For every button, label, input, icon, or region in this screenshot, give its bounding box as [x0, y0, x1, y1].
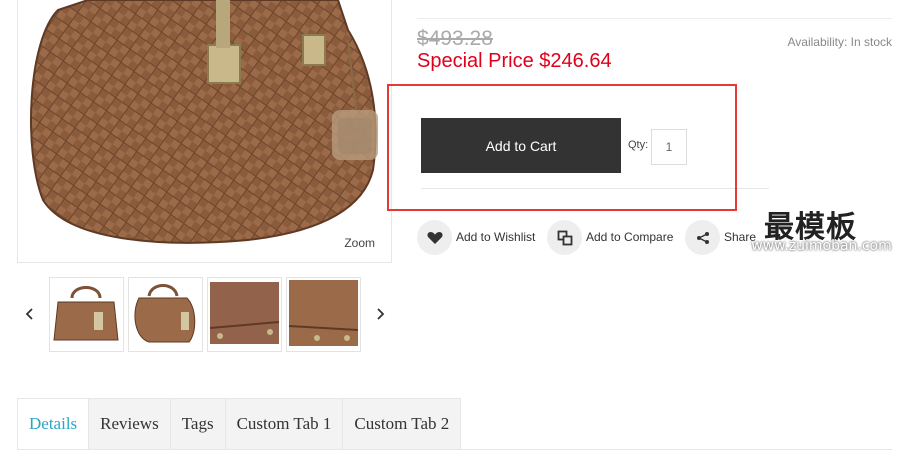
tabs-divider: [17, 449, 892, 450]
thumbnail-side[interactable]: [128, 277, 203, 352]
thumbnail-base-detail[interactable]: [286, 277, 361, 352]
thumbnail-image: [209, 282, 280, 344]
heart-icon: [426, 231, 443, 244]
old-price: $493.28: [417, 27, 493, 50]
zoom-label[interactable]: Zoom: [344, 236, 375, 250]
tab-details[interactable]: Details: [17, 398, 90, 450]
thumbnail-next-button[interactable]: [370, 304, 390, 324]
wishlist-button[interactable]: [417, 220, 452, 255]
special-price: Special Price $246.64: [417, 50, 612, 72]
thumbnail-image: [134, 284, 196, 343]
tab-custom-1[interactable]: Custom Tab 1: [225, 398, 344, 450]
chevron-right-icon: [377, 308, 385, 320]
thumbnail-image: [288, 280, 359, 346]
product-tabs: Details Reviews Tags Custom Tab 1 Custom…: [17, 398, 462, 450]
handbag-image: [30, 0, 378, 244]
thumbnail-front[interactable]: [49, 277, 124, 352]
wishlist-label[interactable]: Add to Wishlist: [456, 230, 535, 244]
compare-button[interactable]: [547, 220, 582, 255]
annotation-highlight-box: [387, 84, 737, 211]
tab-tags[interactable]: Tags: [170, 398, 226, 450]
thumbnail-prev-button[interactable]: [20, 304, 40, 324]
tab-reviews[interactable]: Reviews: [89, 398, 171, 450]
thumbnail-image: [53, 286, 119, 341]
thumbnail-base-corner[interactable]: [207, 277, 282, 352]
compare-label[interactable]: Add to Compare: [586, 230, 673, 244]
chevron-left-icon: [25, 308, 33, 320]
compare-icon: [557, 230, 572, 245]
share-button[interactable]: [685, 220, 720, 255]
main-product-image[interactable]: Zoom: [17, 0, 392, 263]
divider: [417, 18, 892, 19]
availability-status: Availability: In stock: [787, 35, 893, 49]
share-icon: [696, 231, 709, 244]
tab-custom-2[interactable]: Custom Tab 2: [343, 398, 462, 450]
watermark-url: www.zuimoban.com: [751, 238, 892, 254]
